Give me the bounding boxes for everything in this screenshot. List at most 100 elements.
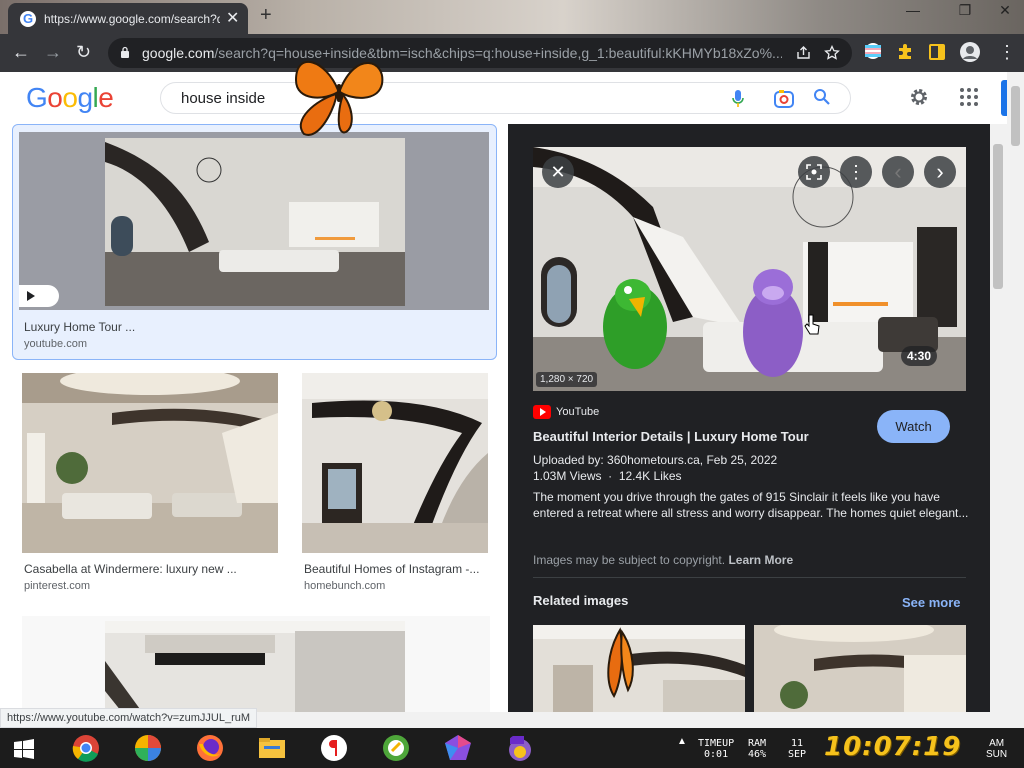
bonzi-buddy-taskbar-icon[interactable]	[506, 734, 534, 762]
result-card[interactable]	[22, 616, 490, 712]
windows-taskbar: ▲ TIMEUP 0:01 RAM 46% 11 SEP 10:07:19 AM SUN	[0, 728, 1024, 768]
lock-icon	[121, 46, 129, 58]
forward-button[interactable]: →	[44, 42, 62, 63]
side-panel-icon[interactable]	[928, 43, 946, 61]
shape-app-taskbar-icon[interactable]	[444, 734, 472, 762]
page-scrollbar[interactable]	[1007, 72, 1024, 712]
profile-avatar-icon[interactable]	[959, 41, 981, 63]
link-status-bar: https://www.youtube.com/watch?v=zumJJUL_…	[0, 708, 258, 728]
search-input[interactable]: house inside	[181, 90, 265, 107]
close-window-button[interactable]: ✕	[990, 2, 1020, 19]
paint-net-taskbar-icon[interactable]	[382, 734, 410, 762]
voice-search-icon[interactable]	[731, 89, 745, 109]
image-results-grid: Luxury Home Tour ... youtube.com Casabel…	[0, 124, 508, 712]
related-images-heading: Related images	[533, 593, 629, 608]
logo-letter: o	[47, 82, 63, 113]
video-play-badge-icon	[19, 285, 59, 307]
next-image-button[interactable]: ›	[924, 156, 956, 188]
image-dimensions: 1,280 × 720	[536, 372, 598, 387]
reload-button[interactable]: ↻	[76, 42, 91, 63]
restore-window-button[interactable]: ❐	[950, 2, 980, 19]
result-card[interactable]: Beautiful Homes of Instagram -... homebu…	[302, 373, 488, 603]
clock-ampm-weekday: AM SUN	[986, 738, 1008, 760]
youtube-logo-icon	[533, 405, 551, 419]
search-icon[interactable]	[813, 88, 831, 106]
date-widget: 11 SEP	[788, 738, 807, 760]
interior-photo	[22, 373, 278, 553]
watch-button[interactable]: Watch	[877, 410, 950, 443]
interior-photo	[105, 621, 405, 712]
google-lens-icon[interactable]	[773, 89, 795, 109]
scrollbar-thumb[interactable]	[993, 144, 1003, 289]
google-header: Google house inside	[0, 72, 1024, 124]
result-thumbnail[interactable]	[22, 373, 278, 553]
google-apps-grid-icon[interactable]	[960, 88, 978, 106]
logo-letter: g	[77, 82, 93, 113]
result-card[interactable]: Casabella at Windermere: luxury new ... …	[22, 373, 278, 603]
close-preview-button[interactable]: ✕	[542, 156, 574, 188]
learn-more-link[interactable]: Learn More	[728, 553, 793, 567]
result-title[interactable]: Beautiful Homes of Instagram -...	[304, 562, 488, 576]
google-favicon-icon	[20, 11, 36, 27]
photos-pinwheel-taskbar-icon[interactable]	[134, 734, 162, 762]
result-source: youtube.com	[24, 338, 87, 350]
minimize-window-button[interactable]: —	[898, 2, 928, 18]
result-thumbnail[interactable]	[19, 132, 489, 310]
see-more-link[interactable]: See more	[902, 595, 961, 610]
interior-photo	[754, 625, 966, 712]
chrome-taskbar-icon[interactable]	[72, 734, 100, 762]
browser-toolbar: ← → ↻ google.com/search?q=house+inside&t…	[0, 34, 1024, 72]
previous-image-button[interactable]: ‹	[882, 156, 914, 188]
back-button[interactable]: ←	[12, 42, 30, 63]
yandex-browser-taskbar-icon[interactable]	[320, 734, 348, 762]
interior-photo	[19, 132, 489, 310]
browser-tab-strip: https://www.google.com/search?q=house+in…	[0, 0, 1024, 34]
interior-photo	[533, 625, 745, 712]
taskbar-clock[interactable]: 10:07:19	[824, 732, 961, 762]
result-source: homebunch.com	[304, 580, 386, 592]
search-box[interactable]: house inside	[160, 82, 851, 114]
google-logo[interactable]: Google	[26, 82, 114, 114]
new-tab-button[interactable]: +	[260, 4, 272, 27]
google-lens-search-button[interactable]	[798, 156, 830, 188]
copyright-notice: Images may be subject to copyright. Lear…	[533, 553, 794, 567]
related-image[interactable]	[754, 625, 966, 712]
lens-icon	[806, 164, 822, 180]
result-thumbnail[interactable]	[105, 621, 405, 712]
preview-scrollbar[interactable]	[990, 124, 1007, 712]
browser-tab[interactable]: https://www.google.com/search?q=house+in…	[8, 3, 248, 34]
browser-menu-button[interactable]: ⋮	[998, 42, 1016, 63]
address-bar[interactable]: google.com/search?q=house+inside&tbm=isc…	[108, 38, 852, 68]
settings-gear-icon[interactable]	[908, 86, 930, 108]
source-name[interactable]: YouTube	[556, 406, 599, 418]
share-icon[interactable]	[796, 46, 811, 60]
video-stats: 1.03M Views · 12.4K Likes	[533, 469, 682, 483]
uploader-info: Uploaded by: 360hometours.ca, Feb 25, 20…	[533, 453, 778, 467]
tab-title: https://www.google.com/search?q=house+in…	[44, 12, 220, 26]
extensions-puzzle-icon[interactable]	[896, 42, 914, 60]
file-explorer-taskbar-icon[interactable]	[258, 734, 286, 762]
tray-overflow-arrow-icon[interactable]: ▲	[677, 736, 687, 747]
url-text: google.com/search?q=house+inside&tbm=isc…	[142, 45, 782, 61]
related-image[interactable]	[533, 625, 745, 712]
result-title[interactable]: Casabella at Windermere: luxury new ...	[24, 562, 264, 576]
preview-title[interactable]: Beautiful Interior Details | Luxury Home…	[533, 429, 809, 444]
scrollbar-thumb[interactable]	[1011, 86, 1020, 146]
video-description: The moment you drive through the gates o…	[533, 490, 969, 520]
bookmark-star-icon[interactable]	[824, 45, 840, 61]
tab-close-button[interactable]: ✕	[226, 8, 239, 28]
logo-letter: G	[26, 82, 48, 113]
result-thumbnail[interactable]	[302, 373, 488, 553]
trans-flag-extension-icon[interactable]	[864, 42, 882, 60]
result-source: pinterest.com	[24, 580, 91, 592]
firefox-taskbar-icon[interactable]	[196, 734, 224, 762]
interior-photo	[302, 373, 488, 553]
image-preview-panel: ✕ ⋮ ‹ › 1,280 × 720 4:30 YouTube Beautif…	[508, 124, 990, 712]
more-options-button[interactable]: ⋮	[840, 156, 872, 188]
windows-start-icon[interactable]	[14, 739, 34, 759]
result-card-selected[interactable]: Luxury Home Tour ... youtube.com	[12, 124, 497, 360]
video-duration-badge: 4:30	[901, 346, 938, 366]
timeup-widget: TIMEUP 0:01	[698, 738, 735, 760]
logo-letter: e	[98, 82, 114, 113]
result-title[interactable]: Luxury Home Tour ...	[24, 320, 444, 334]
